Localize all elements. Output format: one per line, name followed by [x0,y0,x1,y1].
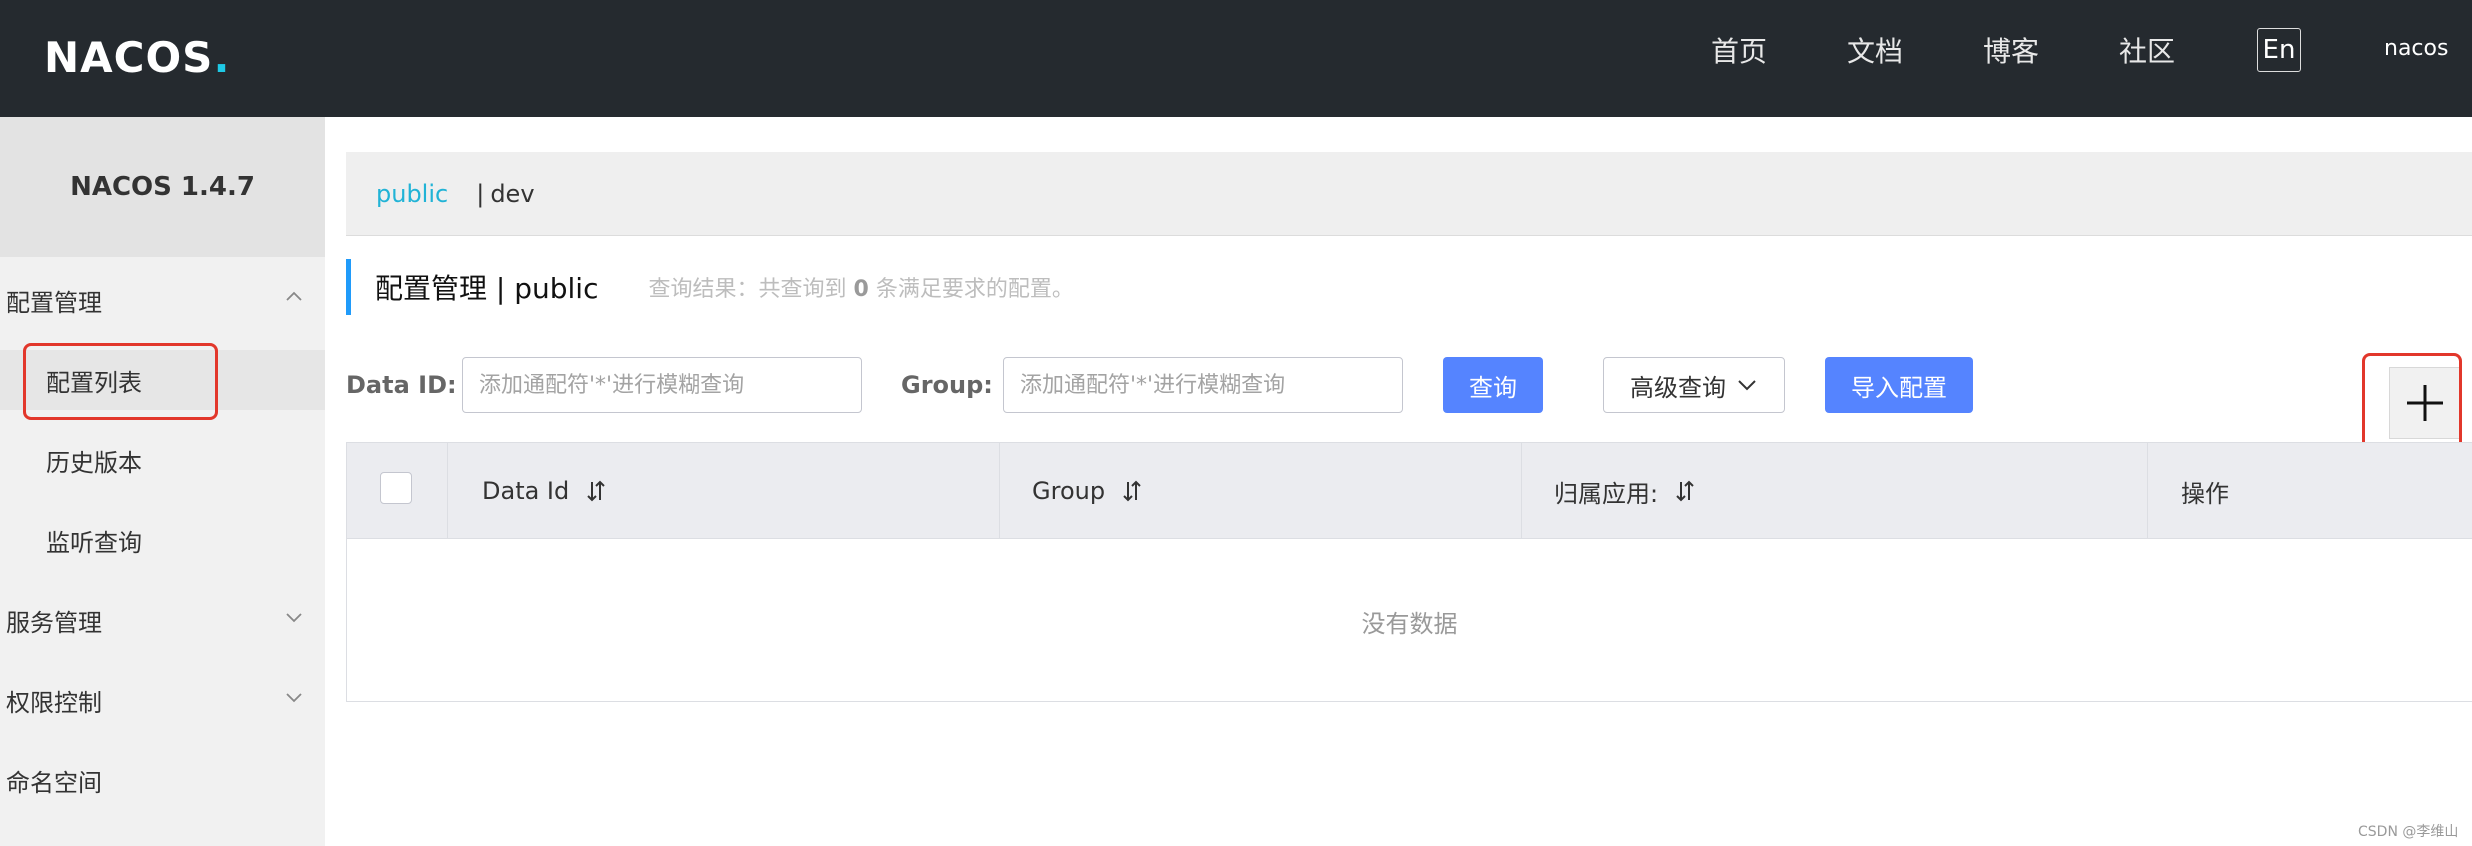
select-all-checkbox[interactable] [380,472,412,504]
menu-group-label: 权限控制 [6,688,102,717]
query-button[interactable]: 查询 [1443,357,1543,413]
sidebar-item-listener-query[interactable]: 监听查询 [0,510,325,570]
sidebar-version-title: NACOS 1.4.7 [0,117,325,257]
sort-icon[interactable] [1674,478,1696,504]
query-result-prefix: 查询结果：共查询到 [648,277,847,302]
namespace-separator: | [476,179,485,208]
column-header-label: Data Id [482,477,570,505]
column-header-label: Group [1032,477,1106,505]
query-result-count: 0 [853,277,869,302]
sidebar-item-label: 监听查询 [46,528,142,557]
column-header-label: 操作 [2181,479,2229,508]
column-header-actions: 操作 [2147,443,2472,539]
table-header: Data Id Group 归属应用: 操作 [347,443,2472,539]
namespace-dev[interactable]: dev [490,180,534,208]
menu-access-control[interactable]: 权限控制 [0,670,325,730]
sidebar-item-history[interactable]: 历史版本 [0,430,325,490]
sidebar-item-label: 历史版本 [46,448,142,477]
nav-blog[interactable]: 博客 [1983,30,2039,70]
data-id-input[interactable] [462,357,862,413]
chevron-up-icon [286,291,302,301]
chevron-down-icon [286,693,302,703]
language-switch-button[interactable]: En [2257,28,2301,72]
namespace-bar: public | dev [346,152,2472,236]
nav-community[interactable]: 社区 [2119,30,2175,70]
highlight-box-config-list [23,343,218,420]
table-empty-message: 没有数据 [1361,609,1458,638]
menu-service-management[interactable]: 服务管理 [0,590,325,650]
logo-dot: . [213,32,231,82]
query-result-suffix: 条满足要求的配置。 [875,277,1074,302]
menu-namespace[interactable]: 命名空间 [0,750,325,810]
user-menu[interactable]: nacos [2384,36,2448,61]
column-header-app[interactable]: 归属应用: [1521,443,2147,539]
group-input[interactable] [1003,357,1403,413]
chevron-down-icon [286,613,302,623]
config-table: Data Id Group 归属应用: 操作 没有数据 [346,442,2472,702]
query-result-text: 查询结果：共查询到 0 条满足要求的配置。 [648,271,1073,303]
nav-docs[interactable]: 文档 [1847,30,1903,70]
page-title-bar: 配置管理 | public 查询结果：共查询到 0 条满足要求的配置。 [346,259,1074,315]
logo-text: NACOS. [44,32,231,82]
menu-config-management[interactable]: 配置管理 [0,270,325,330]
sort-icon[interactable] [1121,478,1143,504]
column-header-data-id[interactable]: Data Id [447,443,999,539]
nav-home[interactable]: 首页 [1711,30,1767,70]
sidebar: NACOS 1.4.7 配置管理 配置列表 历史版本 监听查询 服务管理 权限控… [0,117,325,846]
column-header-label: 归属应用: [1554,479,1659,508]
menu-group-label: 命名空间 [6,768,102,797]
watermark: CSDN @李维山 [2358,824,2459,840]
menu-group-label: 配置管理 [6,288,102,317]
chevron-down-icon [1738,380,1756,391]
import-config-button[interactable]: 导入配置 [1825,357,1973,413]
group-label: Group: [901,371,993,399]
data-id-label: Data ID: [346,371,457,399]
column-header-group[interactable]: Group [999,443,1521,539]
top-header: NACOS. 首页 文档 博客 社区 En nacos [0,0,2472,117]
sort-icon[interactable] [585,478,607,504]
advanced-query-button[interactable]: 高级查询 [1603,357,1785,413]
nacos-logo[interactable]: NACOS. [44,22,230,92]
advanced-query-label: 高级查询 [1630,373,1726,402]
namespace-public[interactable]: public [376,180,448,208]
menu-group-label: 服务管理 [6,608,102,637]
page-title: 配置管理 | public [375,272,599,305]
